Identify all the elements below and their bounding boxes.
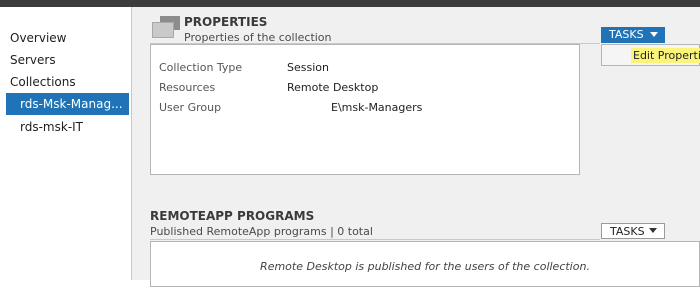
chevron-down-icon [650, 32, 658, 37]
property-value: E\msk-Managers [331, 101, 423, 114]
properties-title: PROPERTIES [184, 15, 268, 29]
sidebar-item-servers[interactable]: Servers [0, 49, 131, 71]
remoteapp-panel: Remote Desktop is published for the user… [150, 241, 700, 287]
properties-tasks-button[interactable]: TASKS [601, 27, 665, 43]
sidebar-item-label: rds-msk-IT [20, 120, 84, 134]
remoteapp-subtitle: Published RemoteApp programs | 0 total [150, 225, 373, 238]
remoteapp-title: REMOTEAPP PROGRAMS [150, 209, 315, 223]
property-value: Remote Desktop [287, 81, 379, 94]
remoteapp-divider [150, 239, 600, 240]
menu-item-edit-properties[interactable]: Edit Properties [631, 48, 700, 63]
sidebar-item-label: rds-Msk-Manag... [20, 97, 123, 111]
sidebar-item-rds-msk-it[interactable]: rds-msk-IT [0, 116, 131, 138]
properties-icon [152, 16, 180, 38]
navigation-sidebar: Overview Servers Collections rds-Msk-Man… [0, 7, 132, 280]
property-label: Resources [159, 81, 216, 94]
sidebar-item-label: Collections [10, 75, 76, 89]
window-top-bar [0, 0, 700, 7]
sidebar-item-rds-msk-managers[interactable]: rds-Msk-Manag... [6, 93, 129, 115]
property-label: Collection Type [159, 61, 243, 74]
sidebar-item-label: Overview [10, 31, 67, 45]
sidebar-item-overview[interactable]: Overview [0, 27, 131, 49]
sidebar-item-collections[interactable]: Collections [0, 71, 131, 93]
main-content: PROPERTIES Properties of the collection … [132, 7, 700, 287]
redacted-region [287, 102, 331, 114]
property-value: Session [287, 61, 329, 74]
chevron-down-icon [649, 228, 657, 233]
tasks-label: TASKS [609, 28, 644, 41]
property-label: User Group [159, 101, 222, 114]
remoteapp-message: Remote Desktop is published for the user… [260, 260, 590, 273]
sidebar-item-label: Servers [10, 53, 56, 67]
tasks-dropdown-menu: Edit Properties [601, 44, 700, 66]
properties-panel: Collection Type Session Resources Remote… [150, 44, 580, 175]
property-value-user-group: E\msk-Managers [287, 100, 422, 116]
tasks-label: TASKS [610, 225, 645, 238]
remoteapp-tasks-button[interactable]: TASKS [601, 223, 665, 239]
